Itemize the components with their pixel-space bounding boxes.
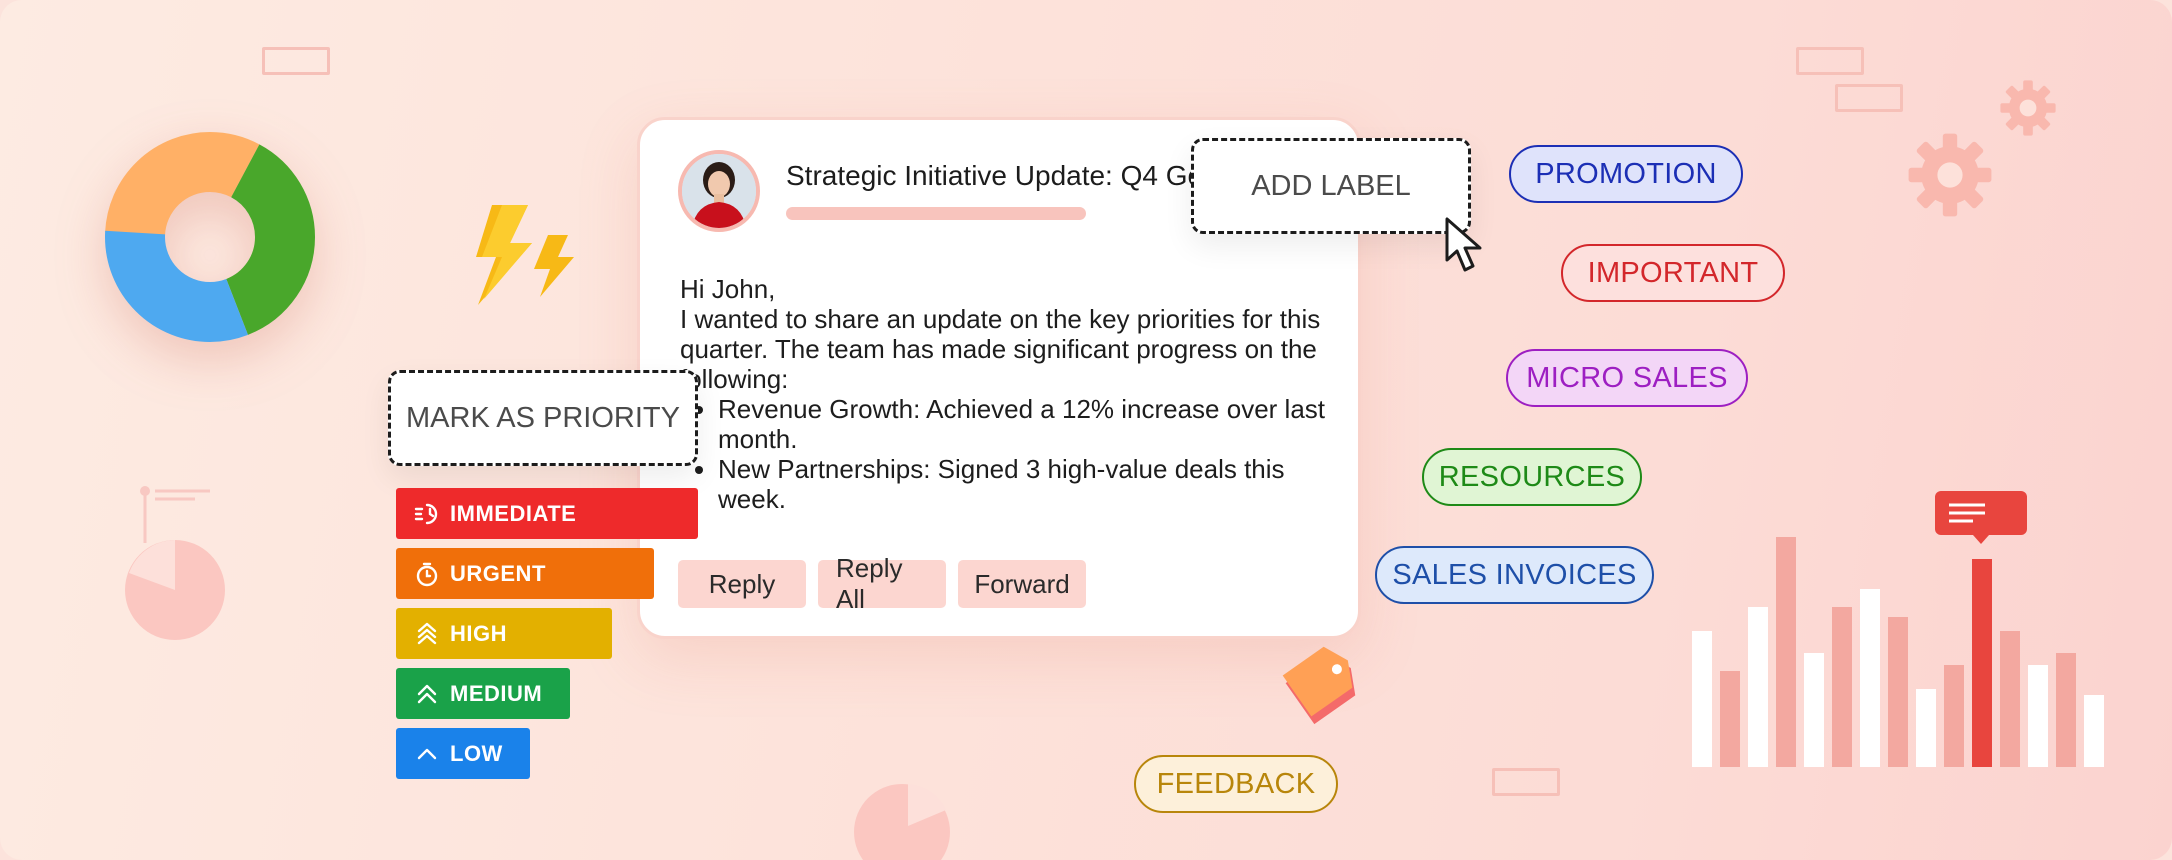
cursor-arrow-icon (1445, 217, 1482, 272)
stopwatch-icon (416, 562, 438, 586)
mark-as-priority-button[interactable]: MARK AS PRIORITY (388, 370, 698, 466)
list-item: New Partnerships: Signed 3 high-value de… (718, 454, 1330, 514)
priority-label: IMMEDIATE (450, 500, 577, 526)
priority-immediate[interactable]: IMMEDIATE (396, 488, 698, 539)
email-actions: Reply Reply All Forward (678, 553, 1086, 614)
chart-bar (1748, 607, 1768, 767)
chart-bar (1804, 653, 1824, 767)
priority-label: LOW (450, 740, 503, 766)
reply-all-button[interactable]: Reply All (818, 553, 946, 614)
label-resources[interactable]: RESOURCES (1422, 448, 1642, 506)
decorative-rectangle (1796, 47, 1864, 75)
reply-button[interactable]: Reply (678, 560, 806, 608)
pie-chart-icon (125, 486, 225, 640)
label-sales-invoices[interactable]: SALES INVOICES (1375, 546, 1654, 604)
chart-bar-highlight (1972, 559, 1992, 767)
decorative-rectangle (1835, 84, 1903, 112)
decorative-rectangle (262, 47, 330, 75)
chart-bar (2056, 653, 2076, 767)
chart-bar (1860, 589, 1880, 767)
chevron-up-icon (417, 748, 437, 759)
priority-label: MEDIUM (450, 680, 543, 706)
decorative-rectangle (1492, 768, 1560, 796)
avatar (678, 150, 760, 232)
email-intro: I wanted to share an update on the key p… (680, 304, 1321, 394)
email-bullet-list: Revenue Growth: Achieved a 12% increase … (718, 394, 1330, 514)
pie-chart-icon (854, 784, 950, 860)
priority-medium[interactable]: MEDIUM (396, 668, 570, 719)
price-tag-icon (1282, 646, 1356, 725)
subject-underline (786, 207, 1086, 220)
lightning-icon (476, 205, 574, 305)
chart-bar (1776, 537, 1796, 767)
label-promotion[interactable]: PROMOTION (1509, 145, 1743, 203)
priority-label: URGENT (450, 560, 546, 586)
forward-button[interactable]: Forward (958, 560, 1086, 608)
chart-bar (1944, 665, 1964, 767)
email-subject: Strategic Initiative Update: Q4 Goals (786, 160, 1216, 191)
donut-chart-icon (105, 132, 315, 342)
hero-illustration: Strategic Initiative Update: Q4 Goals Hi… (0, 0, 2172, 860)
chart-bar (1692, 631, 1712, 767)
chart-bar (1720, 671, 1740, 767)
chart-bar (1916, 689, 1936, 767)
chart-bar (2000, 631, 2020, 767)
label-micro-sales[interactable]: MICRO SALES (1506, 349, 1748, 407)
chart-bar (1888, 617, 1908, 767)
priority-low[interactable]: LOW (396, 728, 530, 779)
label-important[interactable]: IMPORTANT (1561, 244, 1785, 302)
double-chevron-up-icon (417, 684, 437, 703)
gear-icon (2000, 80, 2056, 136)
chart-bar (2084, 695, 2104, 767)
priority-label: HIGH (450, 620, 507, 646)
add-label-button[interactable]: ADD LABEL (1191, 138, 1471, 234)
gear-icon (1908, 133, 1992, 217)
priority-urgent[interactable]: URGENT (396, 548, 654, 599)
email-body: Hi John, I wanted to share an update on … (680, 274, 1330, 514)
label-feedback[interactable]: FEEDBACK (1134, 755, 1338, 813)
clock-fast-icon (414, 503, 438, 524)
priority-high[interactable]: HIGH (396, 608, 612, 659)
chart-bar (2028, 665, 2048, 767)
list-item: Revenue Growth: Achieved a 12% increase … (718, 394, 1330, 454)
chart-bar (1832, 607, 1852, 767)
email-greeting: Hi John, (680, 274, 776, 304)
message-bubble-icon (1935, 491, 2027, 544)
triple-chevron-up-icon (417, 622, 437, 644)
